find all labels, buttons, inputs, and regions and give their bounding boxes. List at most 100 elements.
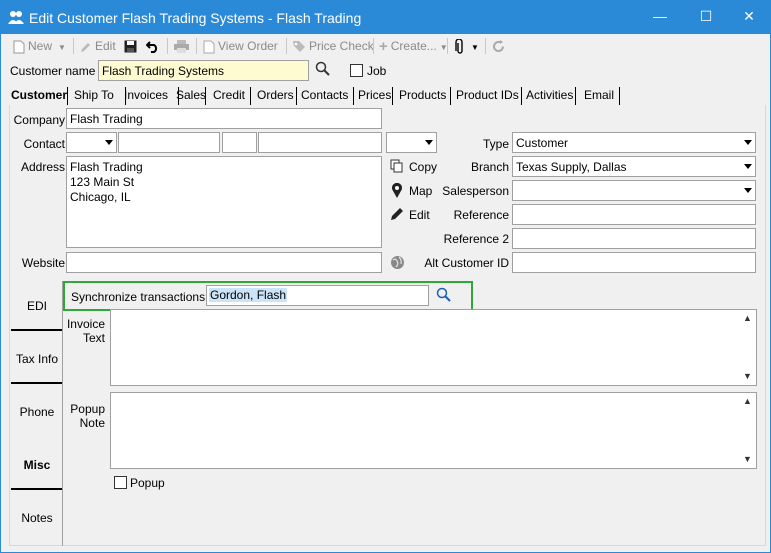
address-label: Address — [20, 160, 65, 174]
contact-last-name-input[interactable] — [258, 132, 382, 153]
tab-product-ids[interactable]: Product IDs — [454, 87, 522, 105]
toolbar-separator — [286, 38, 287, 54]
toolbar-separator — [196, 38, 197, 54]
tab-products[interactable]: Products — [397, 87, 451, 105]
close-button[interactable]: ✕ — [727, 1, 771, 33]
tab-ship-to[interactable]: Ship To — [72, 87, 126, 105]
toolbar: New ▼ Edit View Order Price Check + Create… — [1, 34, 770, 58]
contact-salutation-select[interactable] — [66, 132, 117, 153]
company-input[interactable]: Flash Trading — [66, 108, 382, 129]
company-label: Company — [13, 113, 65, 127]
alt-customer-id-input[interactable] — [512, 252, 756, 273]
minimize-button[interactable]: — — [638, 1, 682, 33]
popup-note-label-line: Note — [79, 416, 105, 430]
toolbar-separator — [447, 38, 448, 54]
alt-customer-id-label: Alt Customer ID — [424, 256, 509, 270]
invoice-text-label: Invoice Text — [63, 317, 105, 345]
scroll-up-icon[interactable]: ▲ — [743, 397, 752, 406]
toolbar-separator — [73, 38, 74, 54]
scroll-down-icon[interactable]: ▼ — [743, 372, 752, 381]
tab-activities[interactable]: Activities — [524, 87, 576, 105]
tab-prices[interactable]: Prices — [356, 87, 393, 105]
tab-customer[interactable]: Customer — [9, 87, 68, 105]
popup-note-scrollbar[interactable]: ▲ ▼ — [739, 393, 756, 468]
contact-first-name-input[interactable] — [118, 132, 220, 153]
copy-icon — [390, 159, 403, 173]
branch-select[interactable]: Texas Supply, Dallas — [512, 156, 756, 177]
scroll-up-icon[interactable]: ▲ — [743, 314, 752, 323]
contact-middle-input[interactable] — [222, 132, 257, 153]
invoice-text-textarea[interactable]: ▲ ▼ — [110, 309, 757, 386]
side-tab-notes[interactable]: Notes — [11, 493, 63, 543]
print-button[interactable] — [174, 37, 192, 55]
tab-invoices[interactable]: Invoices — [122, 87, 179, 105]
customer-name-input[interactable]: Flash Trading Systems — [98, 60, 309, 81]
price-check-label: Price Check — [309, 39, 374, 53]
refresh-icon — [493, 40, 504, 53]
type-value: Customer — [516, 136, 569, 150]
tab-orders[interactable]: Orders — [255, 87, 297, 105]
pencil-icon — [81, 42, 90, 52]
reference-input[interactable] — [512, 204, 756, 225]
popup-note-textarea[interactable]: ▲ ▼ — [110, 392, 757, 469]
reference2-label: Reference 2 — [443, 232, 509, 246]
contact-label: Contact — [23, 137, 65, 151]
toolbar-separator — [373, 38, 374, 54]
scroll-down-icon[interactable]: ▼ — [743, 455, 752, 464]
sync-transactions-input[interactable]: Gordon, Flash — [206, 285, 429, 306]
price-tag-icon — [293, 41, 305, 53]
chevron-down-icon — [105, 140, 113, 145]
side-tab-phone[interactable]: Phone — [11, 387, 63, 437]
customer-name-label: Customer name — [10, 64, 96, 78]
chevron-down-icon — [744, 164, 752, 169]
tab-contacts[interactable]: Contacts — [299, 87, 354, 105]
price-check-button[interactable]: Price Check — [292, 37, 374, 55]
job-checkbox[interactable] — [350, 64, 363, 77]
edit-button[interactable]: Edit — [80, 37, 116, 55]
search-icon — [315, 61, 330, 76]
customer-search-button[interactable] — [315, 61, 333, 79]
sync-transactions-value: Gordon, Flash — [209, 288, 288, 302]
popup-checkbox[interactable] — [114, 476, 127, 489]
sync-transactions-label: Synchronize transactions — [71, 290, 206, 304]
invoice-text-label-line: Text — [82, 331, 105, 345]
salesperson-label: Salesperson — [442, 184, 509, 198]
type-select[interactable]: Customer — [512, 132, 756, 153]
refresh-button[interactable] — [492, 37, 508, 55]
tab-credit[interactable]: Credit — [211, 87, 251, 105]
attachment-button[interactable]: ▼ — [455, 37, 479, 55]
map-pin-icon — [392, 183, 402, 198]
website-label: Website — [21, 256, 65, 270]
chevron-down-icon — [744, 140, 752, 145]
save-button[interactable] — [124, 37, 140, 55]
invoice-text-scrollbar[interactable]: ▲ ▼ — [739, 310, 756, 385]
plus-icon: + — [379, 37, 388, 55]
tab-sales[interactable]: Sales — [174, 87, 206, 105]
edit-label: Edit — [409, 208, 430, 222]
salesperson-select[interactable] — [512, 180, 756, 201]
popup-note-label: Popup Note — [63, 402, 105, 430]
create-button[interactable]: + Create... ▼ — [379, 37, 448, 55]
website-input[interactable] — [66, 252, 382, 273]
side-tab-tax-info[interactable]: Tax Info — [11, 334, 63, 384]
chevron-down-icon — [425, 140, 433, 145]
side-tab-edi-label: EDI — [26, 299, 47, 313]
side-tab-misc[interactable]: Misc — [11, 440, 63, 490]
open-website-button[interactable] — [390, 255, 405, 273]
undo-button[interactable] — [146, 37, 163, 55]
reference2-input[interactable] — [512, 228, 756, 249]
sync-search-button[interactable] — [436, 287, 452, 306]
address-line: 123 Main St — [70, 175, 135, 189]
address-textarea[interactable]: Flash Trading 123 Main St Chicago, IL — [66, 156, 382, 248]
popup-checkbox-label: Popup — [130, 476, 165, 490]
address-line: Chicago, IL — [70, 190, 131, 204]
view-order-button[interactable]: View Order — [203, 37, 278, 55]
view-order-label: View Order — [218, 39, 278, 53]
pencil-icon — [391, 208, 403, 220]
tab-email[interactable]: Email — [582, 87, 620, 105]
type-label: Type — [482, 137, 509, 151]
maximize-button[interactable]: ☐ — [684, 1, 728, 33]
new-button[interactable]: New ▼ — [13, 37, 66, 55]
contact-suffix-select[interactable] — [386, 132, 437, 153]
side-tab-edi[interactable]: EDI — [11, 281, 63, 331]
